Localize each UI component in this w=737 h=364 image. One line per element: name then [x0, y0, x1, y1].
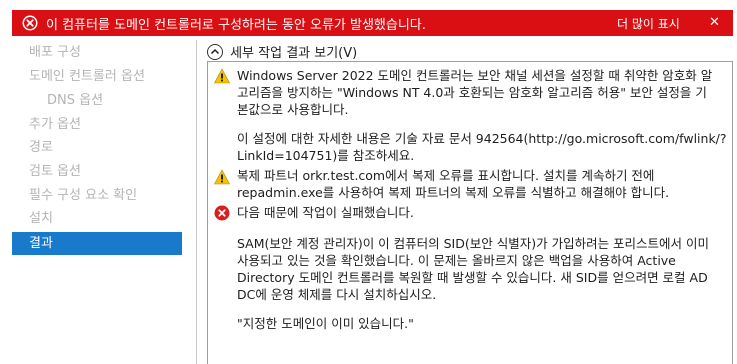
message-text: Windows Server 2022 도메인 컨트롤러는 보안 채널 세션을 …: [237, 68, 713, 83]
details-toggle-label: 세부 작업 결과 보기(V): [230, 46, 358, 61]
show-more-link[interactable]: 더 많이 표시: [617, 15, 680, 32]
sidebar-item-paths[interactable]: 경로: [12, 136, 182, 159]
message-text: repadmin.exe를 사용하여 복제 파트너의 복제 오류를 식별하고 해…: [237, 185, 670, 200]
message-text: SAM(보안 계정 관리자)이 이 컴퓨터의 SID(보안 식별자)가 가입하려…: [237, 236, 710, 251]
view-detailed-results-toggle[interactable]: 세부 작업 결과 보기(V): [207, 41, 357, 61]
sidebar-item-dc-options[interactable]: 도메인 컨트롤러 옵션: [12, 65, 182, 88]
error-banner: 이 컴퓨터를 도메인 컨트롤러로 구성하려는 동안 오류가 발생했습니다. 더 …: [0, 0, 737, 40]
sidebar-divider: [196, 40, 197, 364]
sidebar-item-results[interactable]: 결과: [12, 232, 182, 255]
sidebar-item-dns-options[interactable]: DNS 옵션: [12, 89, 182, 112]
error-icon: [214, 205, 230, 221]
chevron-up-icon: [207, 43, 223, 60]
message-text: DC에 운영 체제를 다시 설치하십시오.: [237, 287, 437, 302]
message-text: 복제 파트너 orkr.test.com에서 복제 오류를 표시합니다. 설치를…: [237, 168, 655, 183]
error-banner-message: 이 컴퓨터를 도메인 컨트롤러로 구성하려는 동안 오류가 발생했습니다.: [46, 18, 426, 33]
message-text: 사용되고 있는 것을 확인했습니다. 이 문제는 올바르지 않은 백업을 사용하…: [237, 253, 676, 268]
sidebar-item-deployment-config[interactable]: 배포 구성: [12, 41, 182, 64]
error-icon: [22, 15, 38, 31]
sidebar-item-additional-options[interactable]: 추가 옵션: [12, 113, 182, 136]
results-panel: Windows Server 2022 도메인 컨트롤러는 보안 채널 세션을 …: [207, 61, 733, 364]
message-text: 본값으로 사용합니다.: [237, 102, 349, 117]
wizard-steps-sidebar: 배포 구성 도메인 컨트롤러 옵션 DNS 옵션 추가 옵션 경로 검토 옵션 …: [0, 38, 182, 364]
sidebar-item-installation[interactable]: 설치: [12, 207, 182, 230]
warning-icon: [213, 169, 231, 185]
error-banner-bar: 이 컴퓨터를 도메인 컨트롤러로 구성하려는 동안 오류가 발생했습니다. 더 …: [12, 10, 733, 36]
message-text: Directory 도메인 컨트롤러를 복원할 때 발생할 수 있습니다. 새 …: [237, 270, 708, 285]
message-text: 이 설정에 대한 자세한 내용은 기술 자료 문서 942564(http://…: [237, 131, 727, 146]
message-text: 고리즘을 방지하는 "Windows NT 4.0과 호환되는 암호화 알고리즘…: [237, 85, 707, 100]
error-quote: "지정한 도메인이 이미 있습니다.": [237, 316, 414, 331]
close-banner-button[interactable]: ✕: [709, 15, 720, 30]
message-text: 다음 때문에 작업이 실패했습니다.: [237, 205, 414, 220]
warning-icon: [213, 68, 231, 84]
message-text: LinkId=104751)를 참조하세요.: [237, 148, 415, 163]
sidebar-item-prerequisites-check[interactable]: 필수 구성 요소 확인: [12, 184, 182, 207]
sidebar-item-review-options[interactable]: 검토 옵션: [12, 160, 182, 183]
